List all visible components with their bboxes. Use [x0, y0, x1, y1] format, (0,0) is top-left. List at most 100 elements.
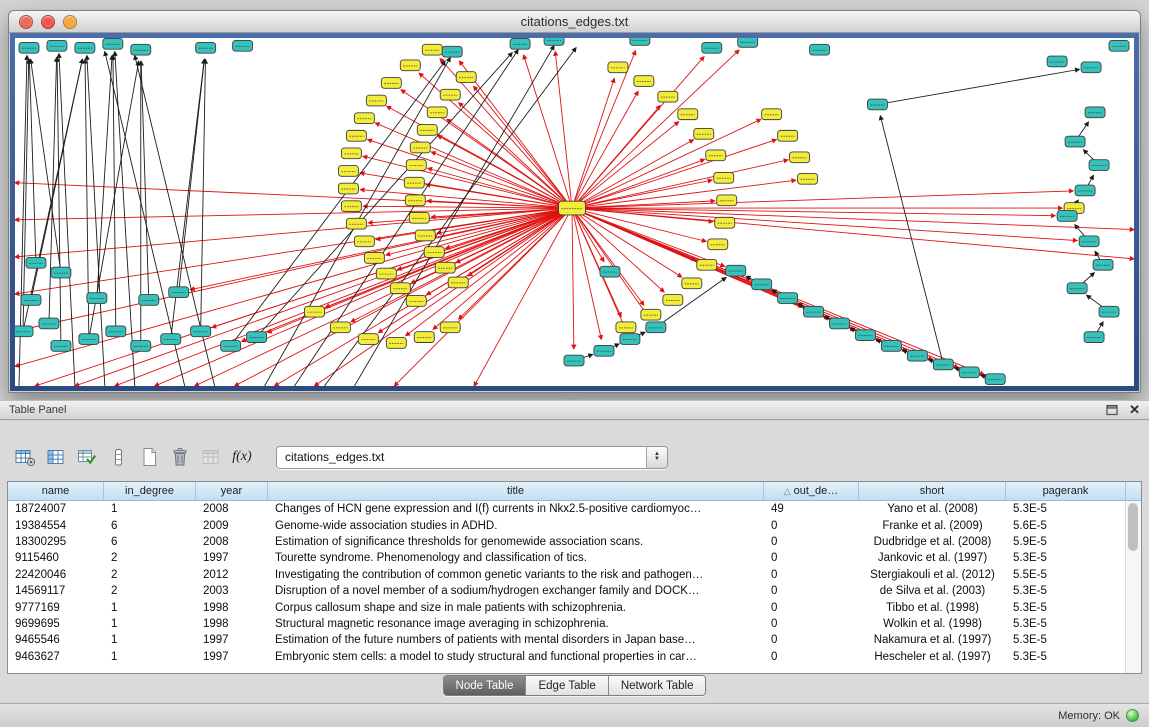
- network-table-select[interactable]: citations_edges.txt ▲▼: [276, 446, 668, 469]
- table-cell[interactable]: 6: [104, 536, 196, 548]
- column-header-in_degree[interactable]: in_degree: [104, 482, 196, 500]
- graph-node[interactable]: [26, 257, 46, 268]
- table-cell[interactable]: Franke et al. (2009): [859, 520, 1006, 532]
- column-header-out_de[interactable]: △out_de…: [764, 482, 859, 500]
- table-cell[interactable]: 9777169: [8, 602, 104, 614]
- table-cell[interactable]: Genome-wide association studies in ADHD.: [268, 520, 764, 532]
- graph-node[interactable]: [1089, 160, 1109, 171]
- graph-edge[interactable]: [57, 58, 61, 346]
- graph-edge[interactable]: [23, 59, 82, 331]
- table-columns-icon[interactable]: [43, 444, 69, 470]
- table-cell[interactable]: 2: [104, 552, 196, 564]
- table-cell[interactable]: 19384554: [8, 520, 104, 532]
- network-canvas[interactable]: [15, 38, 1134, 386]
- table-row[interactable]: 977716911998Corpus callosum shape and si…: [8, 599, 1141, 615]
- table-cell[interactable]: 1: [104, 618, 196, 630]
- graph-node[interactable]: [714, 172, 734, 183]
- graph-edge[interactable]: [459, 208, 572, 319]
- graph-node[interactable]: [697, 259, 717, 270]
- graph-edge[interactable]: [155, 208, 572, 386]
- table-cell[interactable]: 9115460: [8, 552, 104, 564]
- graph-edge[interactable]: [572, 50, 739, 208]
- graph-edge[interactable]: [15, 208, 572, 257]
- scrollbar-thumb[interactable]: [1128, 503, 1138, 551]
- graph-node[interactable]: [19, 42, 39, 53]
- column-header-name[interactable]: name: [8, 482, 104, 500]
- table-row[interactable]: 2242004622012Investigating the contribut…: [8, 567, 1141, 583]
- table-cell[interactable]: Investigating the contribution of common…: [268, 569, 764, 581]
- table-cell[interactable]: Tibbo et al. (1998): [859, 602, 1006, 614]
- graph-node[interactable]: [630, 38, 650, 45]
- table-settings-icon[interactable]: [12, 444, 38, 470]
- graph-node[interactable]: [1093, 259, 1113, 270]
- graph-edge[interactable]: [572, 159, 705, 208]
- table-cell[interactable]: 1998: [196, 618, 268, 630]
- table-cell[interactable]: 5.3E-5: [1006, 651, 1126, 663]
- table-row[interactable]: 946554611997Estimation of the future num…: [8, 632, 1141, 648]
- row-height-icon[interactable]: [105, 444, 131, 470]
- table-cell[interactable]: 9463627: [8, 651, 104, 663]
- table-cell[interactable]: 5.9E-5: [1006, 536, 1126, 548]
- table-cell[interactable]: 1998: [196, 602, 268, 614]
- table-cell[interactable]: 1: [104, 602, 196, 614]
- panel-splitter-handle[interactable]: [567, 395, 579, 399]
- table-cell[interactable]: 1997: [196, 634, 268, 646]
- graph-edge[interactable]: [360, 190, 572, 209]
- table-cell[interactable]: 5.6E-5: [1006, 520, 1126, 532]
- table-row[interactable]: 1872400712008Changes of HCN gene express…: [8, 501, 1141, 517]
- table-cell[interactable]: 9465546: [8, 634, 104, 646]
- graph-node[interactable]: [726, 265, 746, 276]
- table-cell[interactable]: 6: [104, 520, 196, 532]
- graph-edge[interactable]: [572, 208, 664, 292]
- tab-edge-table[interactable]: Edge Table: [526, 676, 608, 695]
- graph-node[interactable]: [440, 89, 460, 100]
- graph-edge[interactable]: [406, 208, 572, 336]
- graph-node[interactable]: [417, 125, 437, 136]
- graph-edge[interactable]: [378, 208, 572, 333]
- graph-node[interactable]: [985, 374, 1005, 385]
- table-cell[interactable]: 5.3E-5: [1006, 634, 1126, 646]
- table-cell[interactable]: 9699695: [8, 618, 104, 630]
- graph-edge[interactable]: [880, 116, 943, 365]
- table-cell[interactable]: 49: [764, 503, 859, 515]
- table-cell[interactable]: 5.3E-5: [1006, 602, 1126, 614]
- float-panel-icon[interactable]: [1106, 404, 1119, 416]
- table-cell[interactable]: Tourette syndrome. Phenomenology and cla…: [268, 552, 764, 564]
- table-row[interactable]: 969969511998Structural magnetic resonanc…: [8, 616, 1141, 632]
- table-cell[interactable]: 2009: [196, 520, 268, 532]
- graph-edge[interactable]: [572, 122, 679, 208]
- table-cell[interactable]: 5.5E-5: [1006, 569, 1126, 581]
- table-row[interactable]: 946362711997Embryonic stem cells: a mode…: [8, 649, 1141, 665]
- new-file-icon[interactable]: [136, 444, 162, 470]
- table-cell[interactable]: 0: [764, 552, 859, 564]
- table-cell[interactable]: de Silva et al. (2003): [859, 585, 1006, 597]
- table-cell[interactable]: 0: [764, 618, 859, 630]
- tab-node-table[interactable]: Node Table: [444, 676, 527, 695]
- table-cell[interactable]: 0: [764, 602, 859, 614]
- table-cell[interactable]: Estimation of the future numbers of pati…: [268, 634, 764, 646]
- graph-edge[interactable]: [572, 91, 638, 208]
- table-cell[interactable]: 5.3E-5: [1006, 552, 1126, 564]
- graph-edge[interactable]: [572, 160, 788, 208]
- graph-edge[interactable]: [97, 56, 112, 298]
- graph-edge[interactable]: [555, 52, 572, 208]
- graph-node[interactable]: [634, 76, 654, 87]
- table-cell[interactable]: Dudbridge et al. (2008): [859, 536, 1006, 548]
- table-cell[interactable]: 2012: [196, 569, 268, 581]
- column-header-pagerank[interactable]: pagerank: [1006, 482, 1126, 500]
- graph-node[interactable]: [790, 152, 810, 163]
- graph-edge[interactable]: [877, 69, 1079, 104]
- graph-edge[interactable]: [456, 208, 572, 263]
- column-header-year[interactable]: year: [196, 482, 268, 500]
- table-cell[interactable]: Structural magnetic resonance image aver…: [268, 618, 764, 630]
- table-cell[interactable]: 2008: [196, 536, 268, 548]
- table-cell[interactable]: 5.3E-5: [1006, 503, 1126, 515]
- table-cell[interactable]: Disruption of a novel member of a sodium…: [268, 585, 764, 597]
- citation-network-graph[interactable]: [15, 38, 1134, 386]
- table-cell[interactable]: 2008: [196, 503, 268, 515]
- graph-edge[interactable]: [572, 208, 574, 349]
- delete-icon[interactable]: [167, 444, 193, 470]
- table-cell[interactable]: Jankovic et al. (1997): [859, 552, 1006, 564]
- table-scrollbar[interactable]: [1125, 501, 1141, 673]
- tab-network-table[interactable]: Network Table: [609, 676, 706, 695]
